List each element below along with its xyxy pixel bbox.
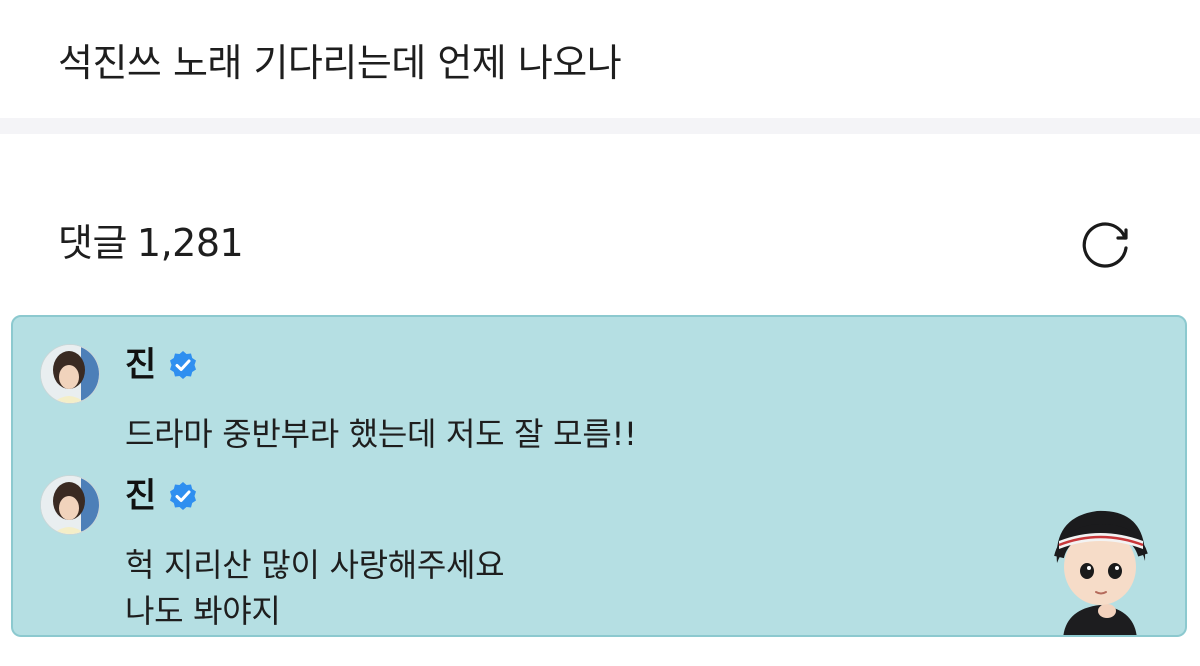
reply-text-line: 나도 봐야지 — [125, 592, 281, 630]
reply-text: 드라마 중반부라 했는데 저도 잘 모름!! — [125, 411, 637, 457]
comments-count: 1,281 — [136, 221, 244, 265]
reply-author-row: 진 — [125, 341, 198, 389]
creator-replies-box: 진 드라마 중반부라 했는데 저도 잘 모름!! 진 헉 지리산 많이 사랑해주… — [11, 315, 1187, 637]
comments-label: 댓글 — [58, 221, 127, 265]
reply-author-row: 진 — [125, 472, 198, 520]
avatar[interactable] — [40, 344, 100, 404]
section-divider — [0, 118, 1200, 134]
reply-text-line: 드라마 중반부라 했는데 저도 잘 모름!! — [125, 415, 637, 453]
comments-header: 댓글 1,281 — [58, 218, 244, 268]
avatar[interactable] — [40, 475, 100, 535]
refresh-icon — [1082, 222, 1128, 268]
reply-text-line: 헉 지리산 많이 사랑해주세요 — [125, 546, 505, 584]
reply-author[interactable]: 진 — [125, 341, 156, 389]
character-sticker — [1035, 497, 1165, 635]
verified-badge-icon — [170, 351, 197, 379]
verified-badge-icon — [170, 482, 197, 510]
reply-author[interactable]: 진 — [125, 472, 156, 520]
refresh-button[interactable] — [1076, 216, 1136, 272]
reply-text: 헉 지리산 많이 사랑해주세요 나도 봐야지 — [125, 542, 505, 634]
post-title: 석진쓰 노래 기다리는데 언제 나오나 — [58, 41, 622, 85]
